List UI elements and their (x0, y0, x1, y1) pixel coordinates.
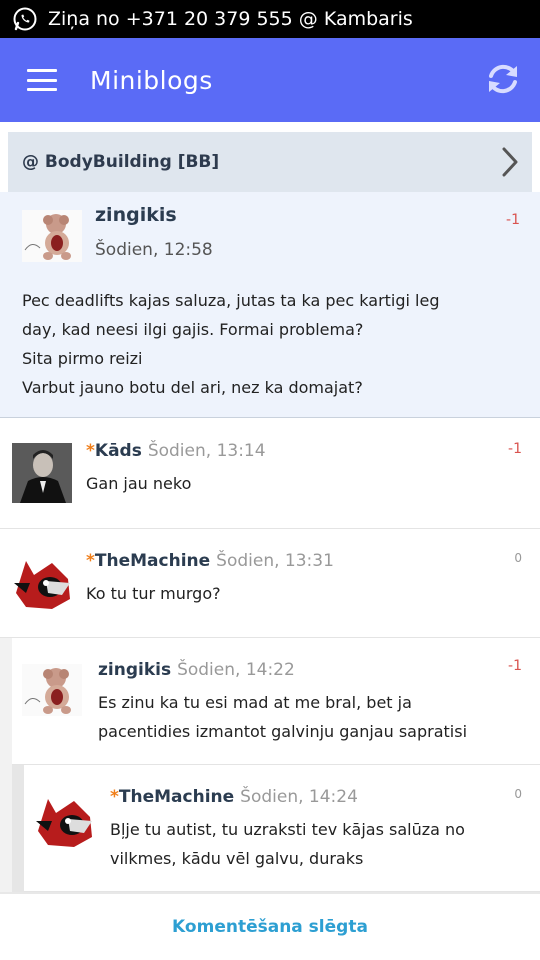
user-avatar[interactable] (22, 664, 82, 716)
app-title: Miniblogs (90, 65, 213, 95)
comment-line: Ko tu tur murgo? (86, 584, 221, 603)
comment-reply: zingikis Šodien, 14:22 -1 Es zinu ka tu e… (12, 638, 540, 765)
comment-score[interactable]: -1 (508, 658, 522, 674)
comment-time: Šodien, 14:22 (177, 660, 295, 680)
app-bar: Miniblogs (0, 38, 540, 122)
comment-text: Gan jau neko (86, 469, 191, 498)
status-bar: Ziņa no +371 20 379 555 @ Kambaris (0, 0, 540, 38)
comment-author[interactable]: zingikis (98, 660, 171, 680)
thread-indent-rail (12, 765, 24, 892)
comment-time: Šodien, 13:31 (216, 551, 334, 571)
comment-author[interactable]: Kāds (95, 441, 142, 461)
anonymous-marker: * (86, 441, 95, 461)
comments-footer: Komentēšana slēgta (0, 892, 540, 960)
user-avatar[interactable] (34, 791, 94, 851)
anonymous-marker: * (86, 551, 95, 571)
whatsapp-icon (13, 7, 37, 31)
refresh-icon[interactable] (484, 60, 522, 98)
user-avatar[interactable] (12, 443, 72, 503)
user-avatar[interactable] (22, 210, 82, 262)
comment-score[interactable]: 0 (514, 551, 522, 565)
post-body: Pec deadlifts kajas saluza, jutas ta ka … (22, 286, 522, 402)
post-score[interactable]: -1 (506, 212, 520, 228)
comment: *Kāds Šodien, 13:14 -1 Gan jau neko (0, 419, 540, 529)
group-header[interactable]: @ BodyBuilding [BB] (8, 132, 532, 192)
user-avatar[interactable] (12, 553, 72, 613)
comments-closed-label[interactable]: Komentēšana slēgta (172, 917, 368, 937)
comment-author[interactable]: TheMachine (119, 787, 234, 807)
comment-text: Es zinu ka tu esi mad at me bral, bet ja… (98, 688, 467, 746)
comment-line: Bļje tu autist, tu uzraksti tev kājas sa… (110, 820, 465, 839)
notification-text: Ziņa no +371 20 379 555 @ Kambaris (48, 8, 413, 30)
anonymous-marker: * (110, 787, 119, 807)
comment-text: Bļje tu autist, tu uzraksti tev kājas sa… (110, 815, 465, 873)
post-line: Varbut jauno botu del ari, nez ka domaja… (22, 378, 363, 397)
chevron-right-icon[interactable] (500, 146, 520, 178)
comment-line: pacentidies izmantot galvinju ganjau sap… (98, 722, 468, 741)
comment-line: Es zinu ka tu esi mad at me bral, bet ja (98, 693, 412, 712)
post-line: day, kad neesi ilgi gajis. Formai proble… (22, 320, 364, 339)
post-time: Šodien, 12:58 (95, 240, 213, 260)
comment-reply: *TheMachine Šodien, 14:24 0 Bļje tu autis… (24, 765, 540, 892)
post-line: Sita pirmo reizi (22, 349, 143, 368)
comment-text: Ko tu tur murgo? (86, 579, 221, 608)
thread-indent-rail (0, 765, 12, 892)
group-name: @ BodyBuilding [BB] (22, 152, 220, 172)
blog-post: zingikis Šodien, 12:58 -1 Pec deadlifts … (0, 192, 540, 418)
comment-line: Gan jau neko (86, 474, 192, 493)
hamburger-menu-icon[interactable] (27, 69, 57, 91)
post-line: Pec deadlifts kajas saluza, jutas ta ka … (22, 291, 440, 310)
comment-score[interactable]: 0 (514, 787, 522, 801)
comment-score[interactable]: -1 (508, 441, 522, 457)
comment-time: Šodien, 13:14 (147, 441, 266, 461)
comment-line: vilkmes, kādu vēl galvu, duraks (110, 849, 364, 868)
post-author[interactable]: zingikis (95, 204, 177, 226)
comment-author[interactable]: TheMachine (95, 551, 210, 571)
comment-time: Šodien, 14:24 (240, 787, 358, 807)
comment: *TheMachine Šodien, 13:31 0 Ko tu tur mur… (0, 529, 540, 638)
